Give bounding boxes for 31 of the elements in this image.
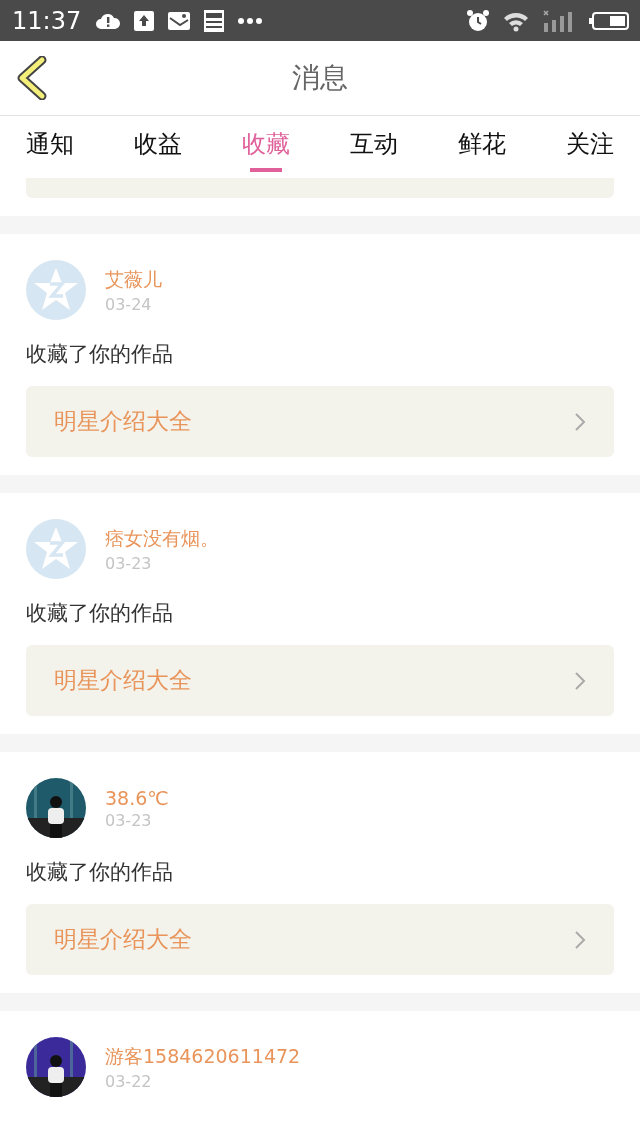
message-date: 03-24 <box>105 294 153 314</box>
message-text: 收藏了你的作品 <box>26 859 174 886</box>
message-date: 03-22 <box>105 1071 153 1091</box>
message-date: 03-23 <box>105 810 153 830</box>
status-time: 11:37 <box>12 6 82 35</box>
back-icon[interactable] <box>16 56 48 100</box>
work-link[interactable]: 明星介绍大全 <box>26 386 614 457</box>
tab[interactable]: 收益 <box>134 116 182 176</box>
news-icon <box>203 8 226 33</box>
chevron-right-icon <box>574 670 586 691</box>
message-date: 03-23 <box>105 553 153 573</box>
image-icon <box>167 9 192 32</box>
more-icon <box>237 16 264 25</box>
chevron-right-icon <box>574 411 586 432</box>
user-name[interactable]: 游客1584620611472 <box>105 1043 301 1070</box>
alarm-icon <box>466 8 490 33</box>
work-link[interactable]: 明星介绍大全 <box>26 645 614 716</box>
tab[interactable]: 鲜花 <box>458 116 506 176</box>
user-name[interactable]: 38.6℃ <box>105 786 169 809</box>
user-name[interactable]: 痞女没有烟。 <box>105 525 219 552</box>
battery-icon <box>588 10 630 31</box>
message-text: 收藏了你的作品 <box>26 600 174 627</box>
page-title: 消息 <box>292 60 348 96</box>
tab[interactable]: 关注 <box>566 116 614 176</box>
work-link[interactable]: 明星介绍大全 <box>26 904 614 975</box>
chevron-right-icon <box>574 929 586 950</box>
message-text: 收藏了你的作品 <box>26 341 174 368</box>
user-name[interactable]: 艾薇儿 <box>105 266 162 293</box>
tab[interactable]: 互动 <box>350 116 398 176</box>
upload-icon <box>133 9 156 32</box>
tab[interactable]: 通知 <box>26 116 74 176</box>
